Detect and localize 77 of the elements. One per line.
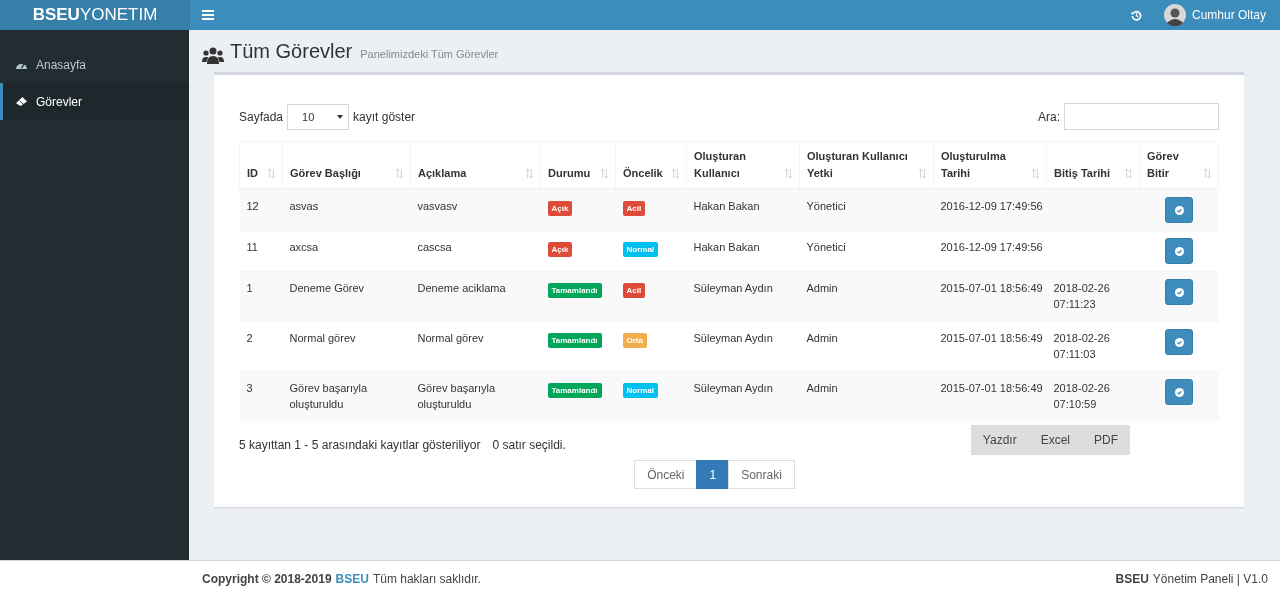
status-badge: Açık [547,201,573,216]
table-cell: Süleyman Aydın [686,371,800,421]
check-circle-icon [1174,205,1184,215]
sort-icon [395,168,404,179]
complete-button[interactable] [1165,379,1193,405]
sort-icon [1203,168,1212,179]
rights-text: Tüm hakları saklıdır. [372,572,481,586]
sort-icon [600,168,609,179]
complete-button[interactable] [1165,197,1193,223]
table-cell: asvas [282,189,411,231]
priority-badge: Acil [622,201,646,216]
check-circle-icon [1174,246,1184,256]
ticket-icon [15,96,28,107]
table-cell: Süleyman Aydın [686,271,800,322]
table-cell: Hakan Bakan [686,189,800,231]
sidebar-item[interactable]: Anasayfa [0,46,189,83]
table-cell: 1 [239,271,283,322]
sort-icon [1031,168,1040,179]
sort-icon [918,168,927,179]
avatar[interactable] [1163,4,1186,26]
table-cell: Deneme Görev [282,271,411,322]
length-label: Sayfada [239,109,284,124]
page-subtitle: Panelimizdeki Tüm Görevler [360,48,499,60]
table-cell: Görev başarıyla oluşturuldu [282,371,411,421]
brand-link[interactable]: BSEU [335,572,369,586]
priority-badge: Normal [622,242,659,257]
page-size-select[interactable]: 10 [287,103,350,130]
sort-icon [784,168,793,179]
table-cell: Yönetici [799,189,934,231]
check-circle-icon [1174,287,1184,297]
menu-icon[interactable] [202,10,214,20]
table-cell: Admin [799,271,934,322]
table-cell: Görev başarıyla oluşturuldu [410,371,541,421]
priority-badge: Acil [622,283,646,298]
table-cell: Admin [799,371,934,421]
selection-info: 0 satır seçildi. [492,438,566,452]
complete-button[interactable] [1165,279,1193,305]
check-circle-icon [1174,337,1184,347]
caret-icon [337,114,344,119]
sort-icon [267,168,276,179]
user-name[interactable]: Cumhur Oltay [1191,8,1266,22]
sort-icon [1124,168,1133,179]
table-cell-text: 2018-02-26 07:11:03 [1053,331,1111,362]
table-cell: Deneme aciklama [410,271,541,322]
page-button[interactable]: Sonraki [728,460,795,489]
table-cell: vasvasv [410,189,541,231]
priority-badge: Normal [622,383,659,398]
sort-icon [525,168,534,179]
table-cell-text: 2018-02-26 07:10:59 [1053,381,1111,412]
complete-button[interactable] [1165,238,1193,264]
length-label: kayıt göster [353,109,416,124]
status-badge: Tamamlandı [547,383,602,398]
history-icon[interactable] [1130,9,1142,21]
table-cell: 3 [239,371,283,421]
page-title: Tüm Görevler [230,40,353,63]
page-button[interactable]: Önceki [634,460,698,489]
table-cell: 12 [239,189,283,231]
status-badge: Açık [547,242,573,257]
priority-badge: Orta [622,333,647,348]
check-circle-icon [1174,387,1184,397]
search-label: Ara: [1038,109,1060,124]
footer-brand: BSEU [1115,572,1149,586]
table-cell: 2016-12-09 17:49:56 [933,189,1047,231]
sidebar-item[interactable]: Görevler [0,83,189,120]
table-info: 5 kayıttan 1 - 5 arasındaki kayıtlar gösteriliyor [239,438,481,452]
search-field[interactable] [1064,103,1219,130]
status-badge: Tamamlandı [547,333,602,348]
status-badge: Tamamlandı [547,283,602,298]
complete-button[interactable] [1165,329,1193,355]
copyright-text: Copyright © 2018-2019 [202,572,332,586]
page-button[interactable]: 1 [696,460,730,489]
table-cell: 2015-07-01 18:56:49 [933,371,1047,421]
users-icon [202,47,224,65]
sort-icon [671,168,680,179]
version-text: Yönetim Paneli | V1.0 [1152,572,1268,586]
table-cell-text: 2018-02-26 07:11:23 [1053,281,1111,312]
table-cell: 2015-07-01 18:56:49 [933,271,1047,322]
